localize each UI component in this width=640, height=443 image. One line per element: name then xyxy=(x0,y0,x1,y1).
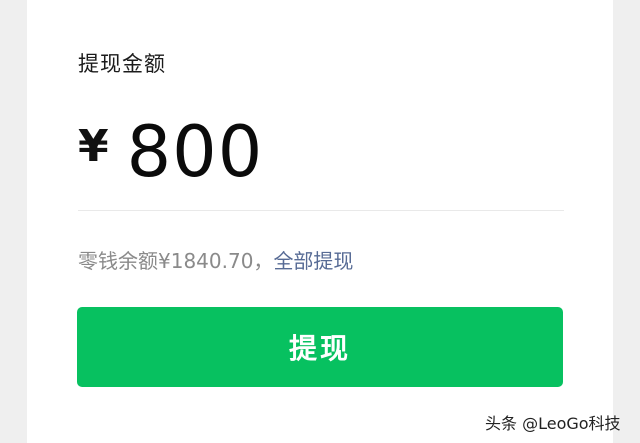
amount-input[interactable]: ¥ 800 xyxy=(78,111,264,193)
balance-line: 零钱余额¥1840.70，全部提现 xyxy=(78,245,353,274)
balance-text: 零钱余额¥1840.70， xyxy=(78,249,274,273)
currency-symbol: ¥ xyxy=(78,120,109,172)
withdraw-button[interactable]: 提现 xyxy=(77,307,563,387)
withdraw-card: 提现金额 ¥ 800 零钱余额¥1840.70，全部提现 提现 xyxy=(27,0,613,443)
withdraw-all-link[interactable]: 全部提现 xyxy=(273,249,353,273)
withdraw-amount-label: 提现金额 xyxy=(78,52,166,76)
amount-value[interactable]: 800 xyxy=(127,111,264,193)
divider xyxy=(78,210,564,211)
watermark: 头条 @LeoGo科技 xyxy=(485,414,621,433)
